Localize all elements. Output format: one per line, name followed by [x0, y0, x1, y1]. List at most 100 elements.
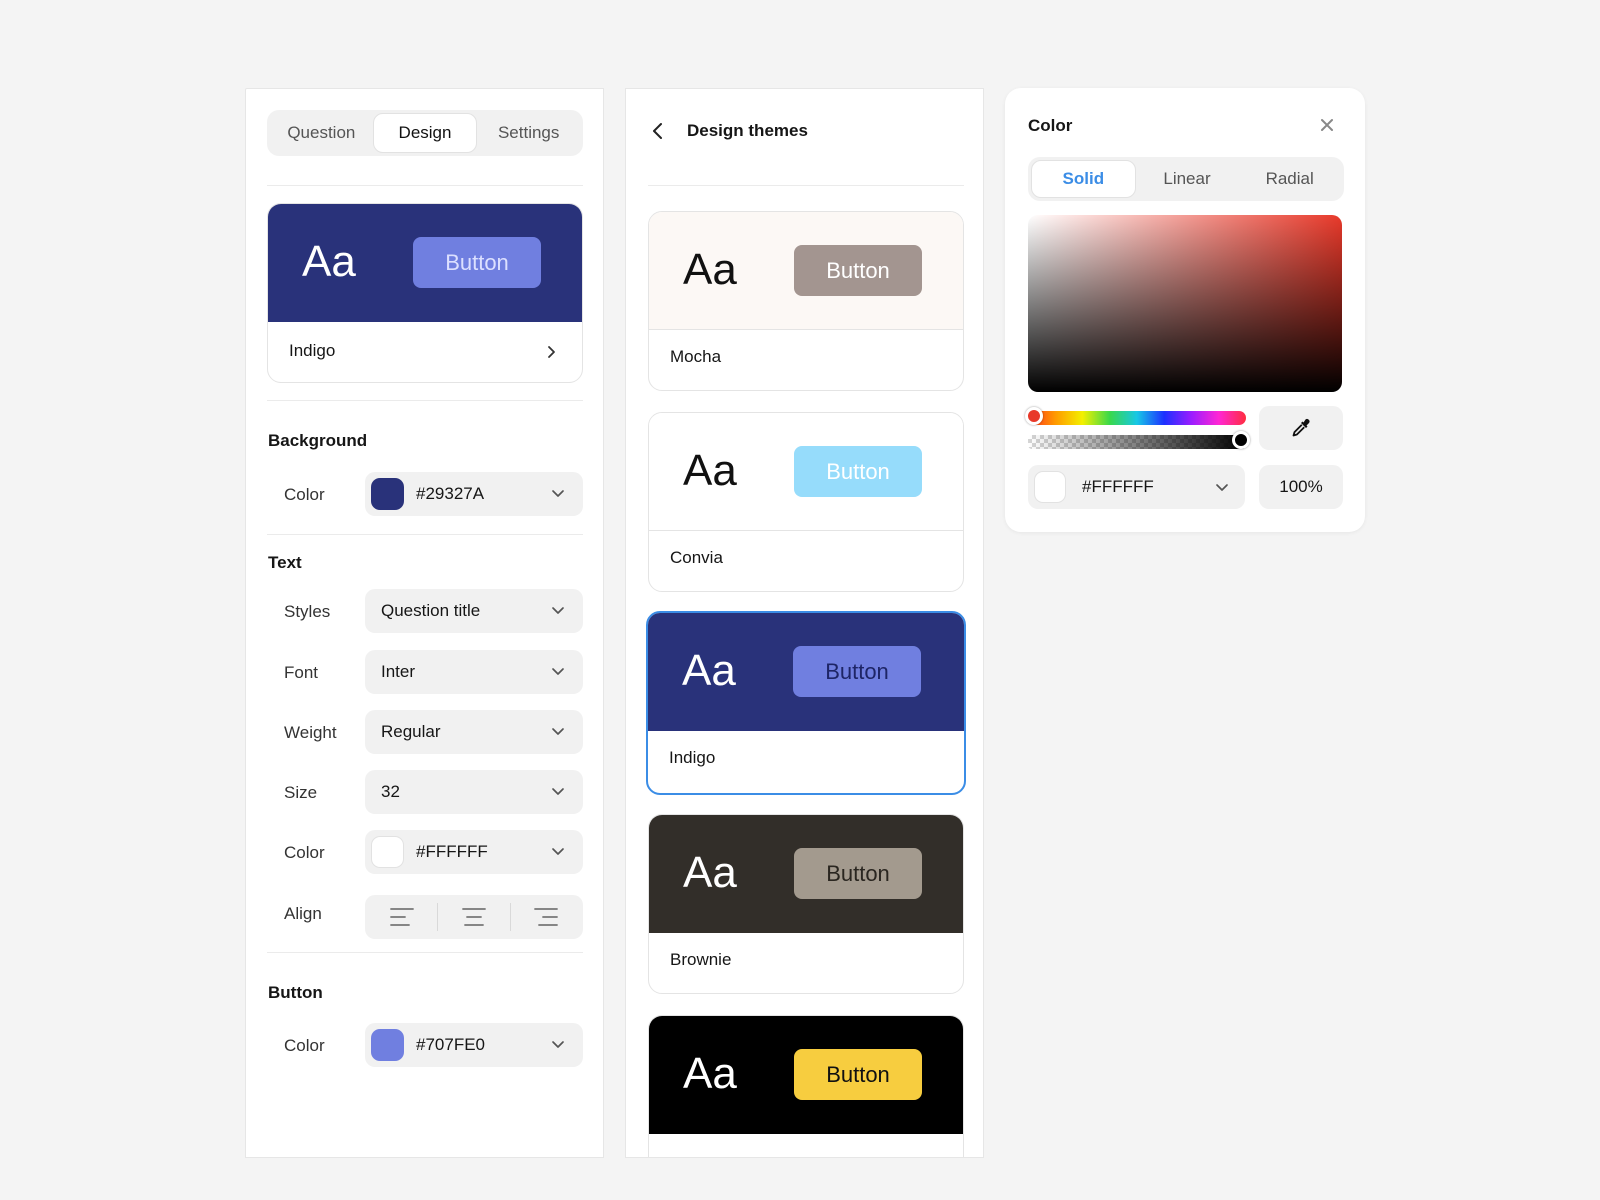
chevron-right-icon [546, 345, 556, 359]
font-label: Font [284, 663, 319, 682]
theme-name: Indigo [669, 748, 716, 767]
chevron-down-icon [551, 784, 565, 798]
saturation-area[interactable] [1028, 215, 1342, 392]
theme-card[interactable]: Aa Button Indigo [646, 611, 966, 795]
opacity-slider-handle[interactable] [1232, 431, 1250, 449]
section-title-button: Button [268, 983, 323, 1002]
theme-sample-button: Button [794, 245, 922, 296]
theme-name: Convia [670, 548, 723, 567]
text-color-select[interactable]: #FFFFFF [365, 830, 583, 874]
tab-radial[interactable]: Radial [1238, 160, 1341, 198]
text-color-label: Color [284, 843, 325, 862]
chevron-down-icon [551, 603, 565, 617]
design-themes-panel: Design themes Aa Button Mocha Aa Button Convi… [625, 88, 984, 1158]
opacity-input[interactable]: 100% [1259, 465, 1343, 509]
theme-sample-text: Aa [683, 446, 737, 495]
section-title-background: Background [268, 431, 368, 450]
theme-sample-button: Button [413, 237, 541, 288]
divider [267, 185, 583, 186]
chevron-down-icon [1215, 480, 1229, 494]
separator [510, 903, 511, 931]
background-color-value: #29327A [416, 484, 485, 503]
chevron-down-icon [551, 724, 565, 738]
theme-name: Indigo [289, 341, 336, 360]
chevron-down-icon [551, 844, 565, 858]
theme-sample-text: Aa [683, 848, 737, 897]
align-label: Align [284, 904, 322, 923]
theme-card[interactable]: Aa Button Mocha [648, 211, 964, 391]
styles-value: Question title [381, 601, 481, 620]
hue-slider[interactable] [1028, 411, 1246, 425]
chevron-down-icon [551, 664, 565, 678]
close-icon[interactable] [1320, 118, 1334, 132]
theme-sample-button: Button [794, 446, 922, 497]
hex-value: #FFFFFF [1082, 477, 1154, 496]
theme-preview: Aa Button [648, 613, 964, 731]
theme-sample-text: Aa [682, 646, 736, 695]
color-swatch [1034, 471, 1066, 503]
font-value: Inter [381, 662, 416, 681]
weight-value: Regular [381, 722, 441, 741]
theme-card[interactable]: Aa Button [648, 1015, 964, 1157]
theme-sample-button: Button [793, 646, 921, 697]
tab-linear[interactable]: Linear [1136, 160, 1239, 198]
hue-slider-handle[interactable] [1025, 407, 1043, 425]
theme-name: Mocha [670, 347, 722, 366]
back-arrow-icon[interactable] [651, 121, 665, 141]
button-color-value: #707FE0 [416, 1035, 485, 1054]
styles-label: Styles [284, 602, 331, 621]
eyedropper-icon [1290, 417, 1312, 439]
divider [267, 952, 583, 953]
theme-sample-button: Button [794, 1049, 922, 1100]
size-select[interactable]: 32 [365, 770, 583, 814]
color-picker: Color Solid Linear Radial #FFFFFF 100% [1005, 88, 1365, 532]
align-control [365, 895, 583, 939]
separator [437, 903, 438, 931]
tab-question[interactable]: Question [270, 113, 373, 153]
theme-preview: Aa Button [649, 815, 963, 933]
theme-sample-text: Aa [683, 1049, 737, 1098]
opacity-slider[interactable] [1028, 435, 1246, 449]
hex-color-select[interactable]: #FFFFFF [1028, 465, 1245, 509]
current-theme-card[interactable]: Aa Button Indigo [267, 203, 583, 383]
panel-tabs: Question Design Settings [267, 110, 583, 156]
button-color-label: Color [284, 1036, 325, 1055]
theme-card[interactable]: Aa Button Brownie [648, 814, 964, 994]
font-select[interactable]: Inter [365, 650, 583, 694]
theme-preview: Aa Button [649, 212, 963, 330]
weight-label: Weight [284, 723, 337, 742]
theme-preview: Aa Button [649, 413, 963, 531]
size-value: 32 [381, 782, 400, 801]
theme-card[interactable]: Aa Button Convia [648, 412, 964, 592]
chevron-down-icon [551, 486, 565, 500]
align-right-icon[interactable] [534, 906, 558, 928]
theme-preview: Aa Button [649, 1016, 963, 1134]
size-label: Size [284, 783, 318, 802]
tab-design[interactable]: Design [372, 113, 478, 153]
theme-preview: Aa Button [268, 204, 582, 322]
theme-name: Brownie [670, 950, 732, 969]
background-color-select[interactable]: #29327A [365, 472, 583, 516]
color-swatch [371, 1029, 404, 1061]
fill-type-tabs: Solid Linear Radial [1028, 157, 1344, 201]
align-center-icon[interactable] [462, 906, 486, 928]
styles-select[interactable]: Question title [365, 589, 583, 633]
theme-sample-text: Aa [683, 245, 737, 294]
background-color-label: Color [284, 485, 325, 504]
divider [267, 400, 583, 401]
button-color-select[interactable]: #707FE0 [365, 1023, 583, 1067]
theme-sample-button: Button [794, 848, 922, 899]
tab-settings[interactable]: Settings [477, 113, 580, 153]
weight-select[interactable]: Regular [365, 710, 583, 754]
theme-sample-text: Aa [302, 237, 356, 286]
tab-solid[interactable]: Solid [1031, 160, 1136, 198]
color-swatch [371, 478, 404, 510]
divider [267, 534, 583, 535]
text-color-value: #FFFFFF [416, 842, 488, 861]
eyedropper-button[interactable] [1259, 406, 1343, 450]
color-picker-title: Color [1028, 116, 1073, 135]
color-swatch [371, 836, 404, 868]
design-panel: Question Design Settings Aa Button Indig… [245, 88, 604, 1158]
section-title-text: Text [268, 553, 302, 572]
align-left-icon[interactable] [390, 906, 414, 928]
